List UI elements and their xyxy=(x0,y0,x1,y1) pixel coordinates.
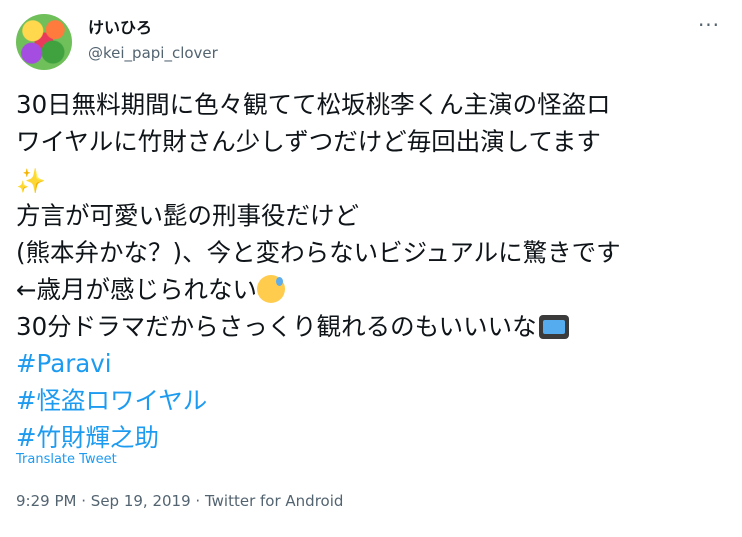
user-names: けいひろ @kei_papi_clover xyxy=(88,18,218,64)
hashtag-paravi[interactable]: #Paravi xyxy=(16,345,730,382)
tweet-header: けいひろ @kei_papi_clover ··· xyxy=(16,14,726,70)
tweet-line: 30日無料期間に色々観てて松坂桃李くん主演の怪盗ロ xyxy=(16,90,611,119)
meta-separator: · xyxy=(195,492,201,510)
tweet-line: 30分ドラマだからさっくり観れるのもいいいな xyxy=(16,308,730,345)
tweet-time[interactable]: 9:29 PM xyxy=(16,492,76,510)
tweet-line: 方言が可愛い髭の刑事役だけど xyxy=(16,201,359,230)
sweat-smile-icon xyxy=(257,275,286,303)
tweet-line: ←歳月が感じられない xyxy=(16,271,730,308)
tweet-source[interactable]: Twitter for Android xyxy=(205,492,343,510)
tweet-line: (熊本弁かな？)、今と変わらないビジュアルに驚きです xyxy=(16,238,621,267)
tweet-meta: 9:29 PM · Sep 19, 2019 · Twitter for And… xyxy=(16,492,343,510)
translate-tweet-link[interactable]: Translate Tweet xyxy=(16,452,117,467)
tweet-line: ✨ xyxy=(16,160,730,197)
user-handle[interactable]: @kei_papi_clover xyxy=(88,42,218,64)
meta-separator: · xyxy=(81,492,87,510)
hashtag-kaitou-royale[interactable]: #怪盗ロワイヤル xyxy=(16,382,730,419)
tweet-text: 30日無料期間に色々観てて松坂桃李くん主演の怪盗ロ ワイヤルに竹財さん少しずつだ… xyxy=(16,86,730,456)
more-options-icon[interactable]: ··· xyxy=(692,15,726,40)
tweet-line: ワイヤルに竹財さん少しずつだけど毎回出演してます xyxy=(16,127,601,156)
television-icon xyxy=(538,315,569,339)
tweet-line-text: 30分ドラマだからさっくり観れるのもいいいな xyxy=(16,312,537,341)
tweet-line-text: ←歳月が感じられない xyxy=(16,275,258,304)
display-name[interactable]: けいひろ xyxy=(88,18,218,38)
tweet-date[interactable]: Sep 19, 2019 xyxy=(91,492,191,510)
sparkles-icon: ✨ xyxy=(16,167,46,195)
avatar[interactable] xyxy=(16,14,72,70)
hashtag-takezai[interactable]: #竹財輝之助 xyxy=(16,419,730,456)
